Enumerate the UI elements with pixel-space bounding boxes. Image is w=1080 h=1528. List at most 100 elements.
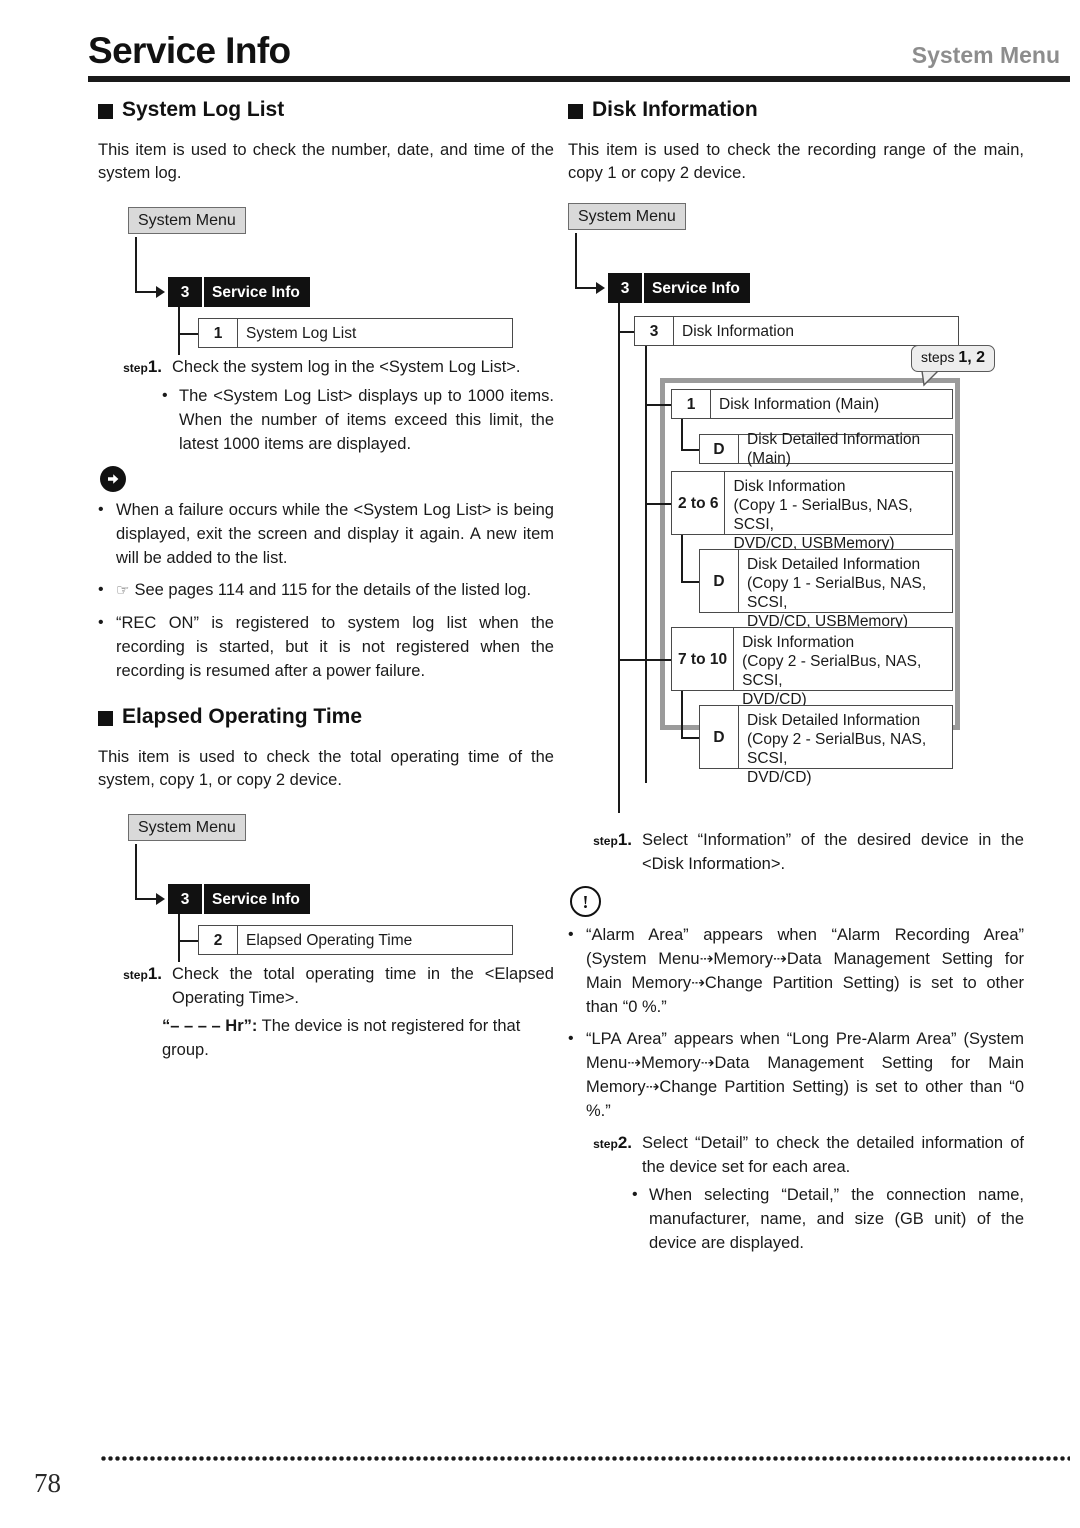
steps-callout: steps 1, 2 <box>911 345 996 372</box>
section-heading: System Log List <box>98 98 554 122</box>
tree-connector <box>681 449 701 451</box>
tree-box-label: Service Info <box>212 890 300 908</box>
bullet-square-icon <box>98 710 113 726</box>
section-elapsed-operating-time: Elapsed Operating Time This item is used… <box>98 705 554 1062</box>
tree-group-row: D Disk Detailed Information (Copy 2 - Se… <box>699 705 953 786</box>
tree-disk-information-box: 3 Disk Information <box>634 316 959 346</box>
tree-child-box: 2 Elapsed Operating Time <box>198 925 513 955</box>
tree-arrow-icon <box>156 893 165 905</box>
step-item: step2. Select “Detail” to check the deta… <box>568 1131 1024 1179</box>
step-text: Select “Information” of the desired devi… <box>642 831 1024 873</box>
step-label: step1. <box>123 964 162 983</box>
step-extra-note: “– – – – Hr”: The device is not register… <box>162 1014 554 1062</box>
tree-box-number: 2 <box>199 926 238 954</box>
step-extra-bold: “– – – – Hr”: <box>162 1017 258 1035</box>
tree-connector <box>681 535 683 583</box>
tree-connector <box>681 737 701 739</box>
tree-connector <box>681 691 683 739</box>
tree-child-box: 1 System Log List <box>198 318 513 348</box>
page-title: Service Info <box>88 30 291 71</box>
tree-box-label: Disk Information (Main) <box>719 395 880 413</box>
tree-arrow-icon <box>596 282 605 294</box>
tree-box-number: 3 <box>635 317 674 345</box>
tree-box-label: System Log List <box>246 324 357 342</box>
tree-root-box: System Menu <box>128 814 246 841</box>
step-label: step2. <box>593 1133 632 1152</box>
step-text: Check the system log in the <System Log … <box>172 358 521 376</box>
caution-item: • “Alarm Area” appears when “Alarm Recor… <box>568 923 1024 1019</box>
tree-group-row: 1 Disk Information (Main) <box>671 389 953 419</box>
step-item: step1. Check the system log in the <Syst… <box>98 355 554 380</box>
bullet-square-icon <box>568 103 583 119</box>
note-text: When a failure occurs while the <System … <box>116 501 554 567</box>
note-text: “REC ON” is registered to system log lis… <box>116 614 554 680</box>
step-text: Select “Detail” to check the detailed in… <box>642 1134 1024 1176</box>
tree-box-number: 3 <box>168 884 204 914</box>
header-section-label: System Menu <box>911 42 1060 68</box>
menu-tree-elapsed-operating-time: System Menu 3 Service Info 2 Elapsed Ope… <box>98 810 554 962</box>
step-text: Check the total operating time in the <E… <box>172 965 554 1007</box>
bullet-dot-icon: • <box>632 1186 638 1203</box>
tree-box-number: 1 <box>199 319 238 347</box>
tree-connector <box>618 303 620 813</box>
tree-connector <box>178 307 180 355</box>
right-column: Disk Information This item is used to ch… <box>568 98 1024 1255</box>
document-page: Service Info System Menu System Log List… <box>0 0 1080 1528</box>
tree-connector <box>645 404 673 406</box>
header-rule <box>88 76 1070 82</box>
caution-text: “LPA Area” appears when “Long Pre-Alarm … <box>586 1030 1024 1120</box>
tree-connector <box>681 419 683 451</box>
section-heading-label: Elapsed Operating Time <box>122 705 363 728</box>
tree-box-label: Service Info <box>212 283 300 301</box>
bullet-dot-icon: • <box>568 926 574 943</box>
left-column: System Log List This item is used to che… <box>98 98 554 1062</box>
section-intro: This item is used to check the number, d… <box>98 141 554 182</box>
tree-connector <box>135 237 137 293</box>
tree-box-label: Elapsed Operating Time <box>246 931 413 949</box>
callout-value: 1, 2 <box>958 349 986 366</box>
tree-box-label: Disk Information (Copy 2 - SerialBus, NA… <box>742 634 922 708</box>
exclamation-circle-icon: ! <box>570 886 601 917</box>
step-sub-item: • When selecting “Detail,” the connectio… <box>632 1183 1024 1255</box>
tree-box-number: 3 <box>168 277 204 307</box>
section-intro: This item is used to check the total ope… <box>98 748 554 789</box>
tree-connector <box>645 503 673 505</box>
menu-tree-system-log-list: System Menu 3 Service Info 1 System Log … <box>98 203 554 355</box>
pointing-hand-icon: ☞ <box>116 582 130 599</box>
tree-box-number: 3 <box>608 273 644 303</box>
caution-text: “Alarm Area” appears when “Alarm Recordi… <box>586 926 1024 1016</box>
tree-group-row: 7 to 10 Disk Information (Copy 2 - Seria… <box>671 627 953 708</box>
section-heading: Disk Information <box>568 98 1024 122</box>
step-item: step1. Check the total operating time in… <box>98 962 554 1010</box>
section-heading: Elapsed Operating Time <box>98 705 554 729</box>
step-sub-text: The <System Log List> displays up to 100… <box>179 387 554 453</box>
callout-prefix: steps <box>921 349 955 365</box>
tree-connector <box>178 914 180 962</box>
tree-box-label: Disk Information <box>682 322 794 340</box>
bullet-square-icon <box>98 103 113 119</box>
note-text-body: See pages 114 and 115 for the details of… <box>134 581 532 599</box>
tree-arrow-icon <box>156 286 165 298</box>
tree-box-number: 1 <box>672 390 711 418</box>
page-header: Service Info System Menu <box>88 30 1070 92</box>
tree-box-label: Service Info <box>652 279 740 297</box>
tree-box-number: D <box>700 550 739 612</box>
note-item: • “REC ON” is registered to system log l… <box>98 611 554 683</box>
tree-service-info-box: 3 Service Info <box>168 884 310 914</box>
tree-group-row: D Disk Detailed Information (Copy 1 - Se… <box>699 549 953 630</box>
note-text: ☞ See pages 114 and 115 for the details o… <box>116 578 554 603</box>
tree-box-label: Disk Information (Copy 1 - SerialBus, NA… <box>733 478 913 552</box>
step-item: step1. Select “Information” of the desir… <box>568 828 1024 876</box>
section-heading-label: Disk Information <box>592 98 758 121</box>
tree-box-number: 2 to 6 <box>672 472 726 534</box>
tree-box-label: Disk Detailed Information (Copy 2 - Seri… <box>747 712 927 786</box>
step-sub-item: • The <System Log List> displays up to 1… <box>162 384 554 456</box>
tree-connector <box>645 346 647 783</box>
section-intro: This item is used to check the recording… <box>568 141 1024 182</box>
section-disk-information: Disk Information This item is used to ch… <box>568 98 1024 1255</box>
menu-tree-disk-information: System Menu 3 Service Info 3 Disk Inform… <box>568 203 1024 828</box>
tree-box-label: Disk Detailed Information (Copy 1 - Seri… <box>747 556 927 630</box>
note-item: • ☞ See pages 114 and 115 for the details… <box>98 578 554 603</box>
tree-connector <box>135 291 158 293</box>
page-number: 78 <box>34 1468 61 1498</box>
